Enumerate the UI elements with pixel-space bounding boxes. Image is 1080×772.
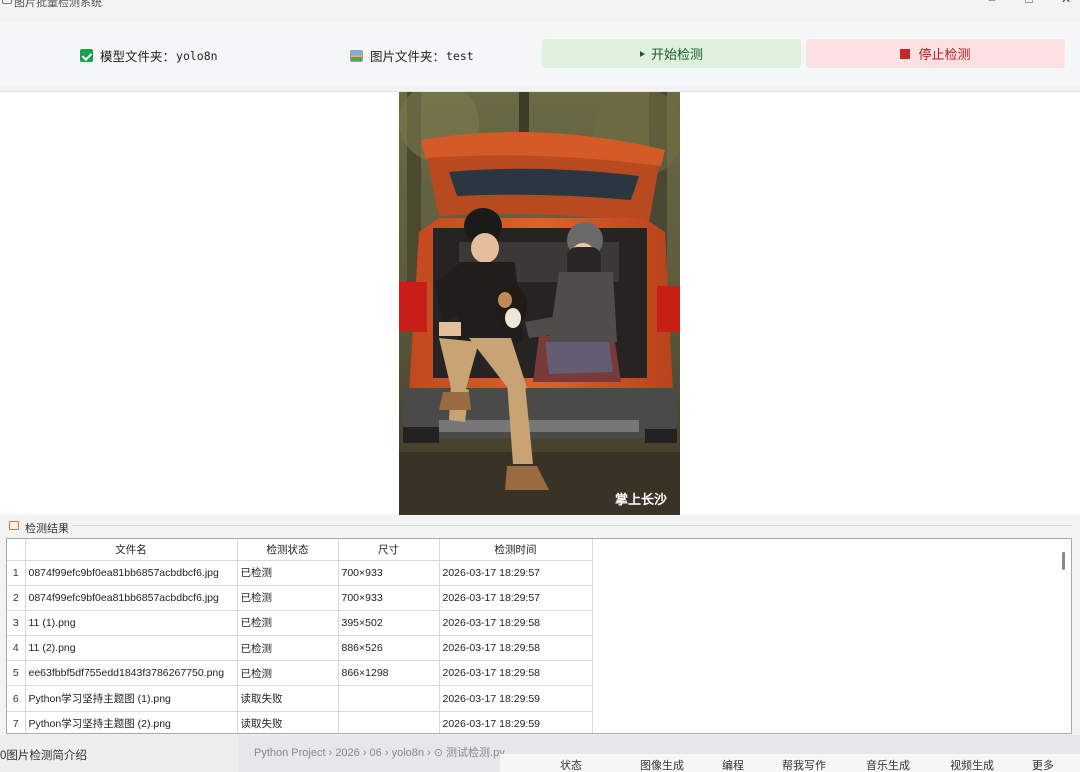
cell-filename[interactable]: 0874f99efc9bf0ea81bb6857acbdbcf6.jpg — [25, 560, 238, 586]
app-window: 图片批量检测系统 – □ ✕ 模型文件夹： yolo8n 图片文件夹： test… — [0, 0, 1080, 772]
preview-photo-svg: 掌上长沙 — [399, 92, 680, 515]
results-title: 检测结果 — [25, 523, 69, 535]
start-detection-label: 开始检测 — [650, 47, 703, 62]
minimize-icon[interactable]: – — [985, 0, 999, 6]
column-header-size[interactable]: 尺寸 — [338, 539, 440, 561]
cell-size[interactable]: 700×933 — [338, 585, 440, 611]
cell-filename[interactable]: Python学习坚持主题图 (2).png — [25, 711, 238, 733]
cell-status[interactable]: 已检测 — [237, 560, 339, 586]
table-header-row: 文件名 检测状态 尺寸 检测时间 — [7, 539, 593, 561]
table-row[interactable]: 6 Python学习坚持主题图 (1).png 读取失败 2026-03-17 … — [7, 685, 593, 712]
cell-time[interactable]: 2026-03-17 18:29:57 — [439, 560, 593, 586]
preview-image: 掌上长沙 — [399, 92, 680, 515]
table-row[interactable]: 5 ee63fbbf5df755edd1843f3786267750.png 已… — [7, 660, 593, 687]
table-icon — [9, 521, 19, 530]
table-row[interactable]: 2 0874f99efc9bf0ea81bb6857acbdbcf6.jpg 已… — [7, 585, 593, 611]
results-group-header: 检测结果 — [0, 515, 1080, 537]
window-title: 图片批量检测系统 — [14, 0, 102, 9]
cell-filename[interactable]: 0874f99efc9bf0ea81bb6857acbdbcf6.jpg — [25, 585, 238, 611]
cell-size[interactable]: 886×526 — [338, 635, 440, 662]
tool-image-gen[interactable]: 图像生成 — [640, 757, 684, 772]
background-breadcrumb: Python Project › 2026 › 06 › yolo8n › ⊙ … — [254, 747, 505, 759]
cell-time[interactable]: 2026-03-17 18:29:58 — [439, 635, 593, 662]
row-number: 6 — [7, 685, 26, 712]
row-number: 4 — [7, 635, 26, 662]
tool-video-gen[interactable]: 视频生成 — [950, 757, 994, 772]
group-divider — [72, 525, 1072, 526]
app-icon — [2, 0, 12, 4]
cell-status[interactable]: 读取失败 — [237, 711, 339, 733]
stop-icon — [900, 48, 911, 59]
column-header-filename[interactable]: 文件名 — [25, 539, 238, 561]
close-icon[interactable]: ✕ — [1059, 0, 1073, 6]
table-row[interactable]: 7 Python学习坚持主题图 (2).png 读取失败 2026-03-17 … — [7, 711, 593, 733]
play-icon — [639, 50, 645, 57]
start-detection-button[interactable]: 开始检测 — [542, 39, 801, 68]
picture-icon — [350, 49, 363, 62]
results-table[interactable]: 文件名 检测状态 尺寸 检测时间 1 0874f99efc9bf0ea81bb6… — [6, 538, 1072, 734]
row-number-header — [7, 539, 26, 561]
image-folder-info: 图片文件夹： test — [350, 46, 474, 65]
tool-music-gen[interactable]: 音乐生成 — [866, 757, 910, 772]
table-row[interactable]: 4 11 (2).png 已检测 886×526 2026-03-17 18:2… — [7, 635, 593, 662]
maximize-icon[interactable]: □ — [1022, 0, 1036, 6]
background-left-text: 0图片检测简介绍 — [0, 750, 87, 762]
tool-writing[interactable]: 帮我写作 — [782, 757, 826, 772]
cell-size[interactable]: 395×502 — [338, 610, 440, 637]
row-number: 1 — [7, 560, 26, 586]
cell-time[interactable]: 2026-03-17 18:29:57 — [439, 585, 593, 611]
image-folder-label: 图片文件夹： — [370, 50, 446, 64]
check-icon — [80, 49, 93, 62]
table-row[interactable]: 3 11 (1).png 已检测 395×502 2026-03-17 18:2… — [7, 610, 593, 637]
cell-size[interactable] — [338, 711, 440, 733]
title-bar: 图片批量检测系统 – □ ✕ — [0, 0, 1080, 22]
toolbar: 模型文件夹： yolo8n 图片文件夹： test 开始检测 停止检测 — [0, 22, 1080, 86]
vertical-scrollbar[interactable] — [1062, 552, 1065, 570]
cell-time[interactable]: 2026-03-17 18:29:59 — [439, 685, 593, 712]
table-row[interactable]: 1 0874f99efc9bf0ea81bb6857acbdbcf6.jpg 已… — [7, 560, 593, 586]
row-number: 2 — [7, 585, 26, 611]
cell-time[interactable]: 2026-03-17 18:29:58 — [439, 610, 593, 637]
model-folder-info: 模型文件夹： yolo8n — [80, 46, 218, 65]
image-folder-value: test — [446, 48, 474, 63]
model-folder-value: yolo8n — [176, 48, 218, 63]
cell-filename[interactable]: Python学习坚持主题图 (1).png — [25, 685, 238, 712]
cell-filename[interactable]: 11 (1).png — [25, 610, 238, 637]
row-number: 5 — [7, 660, 26, 687]
cell-size[interactable]: 700×933 — [338, 560, 440, 586]
tool-status[interactable]: 状态 — [560, 757, 582, 772]
column-header-time[interactable]: 检测时间 — [439, 539, 593, 561]
image-preview-panel: 掌上长沙 — [0, 91, 1080, 515]
cell-status[interactable]: 已检测 — [237, 610, 339, 637]
tool-coding[interactable]: 编程 — [722, 757, 744, 772]
stop-detection-label: 停止检测 — [918, 47, 971, 62]
row-number: 7 — [7, 711, 26, 733]
cell-status[interactable]: 已检测 — [237, 585, 339, 611]
cell-status[interactable]: 已检测 — [237, 635, 339, 662]
cell-size[interactable]: 866×1298 — [338, 660, 440, 687]
cell-filename[interactable]: 11 (2).png — [25, 635, 238, 662]
cell-time[interactable]: 2026-03-17 18:29:58 — [439, 660, 593, 687]
column-header-status[interactable]: 检测状态 — [237, 539, 339, 561]
tool-more[interactable]: 更多 — [1032, 757, 1054, 772]
cell-time[interactable]: 2026-03-17 18:29:59 — [439, 711, 593, 733]
cell-status[interactable]: 读取失败 — [237, 685, 339, 712]
watermark-text: 掌上长沙 — [615, 492, 667, 507]
results-grid: 文件名 检测状态 尺寸 检测时间 1 0874f99efc9bf0ea81bb6… — [7, 539, 593, 733]
background-window-strip: 0图片检测简介绍 Python Project › 2026 › 06 › yo… — [0, 735, 1080, 772]
stop-detection-button[interactable]: 停止检测 — [806, 39, 1065, 68]
cell-status[interactable]: 已检测 — [237, 660, 339, 687]
model-folder-label: 模型文件夹： — [100, 50, 176, 64]
row-number: 3 — [7, 610, 26, 637]
cell-size[interactable] — [338, 685, 440, 712]
cell-filename[interactable]: ee63fbbf5df755edd1843f3786267750.png — [25, 660, 238, 687]
